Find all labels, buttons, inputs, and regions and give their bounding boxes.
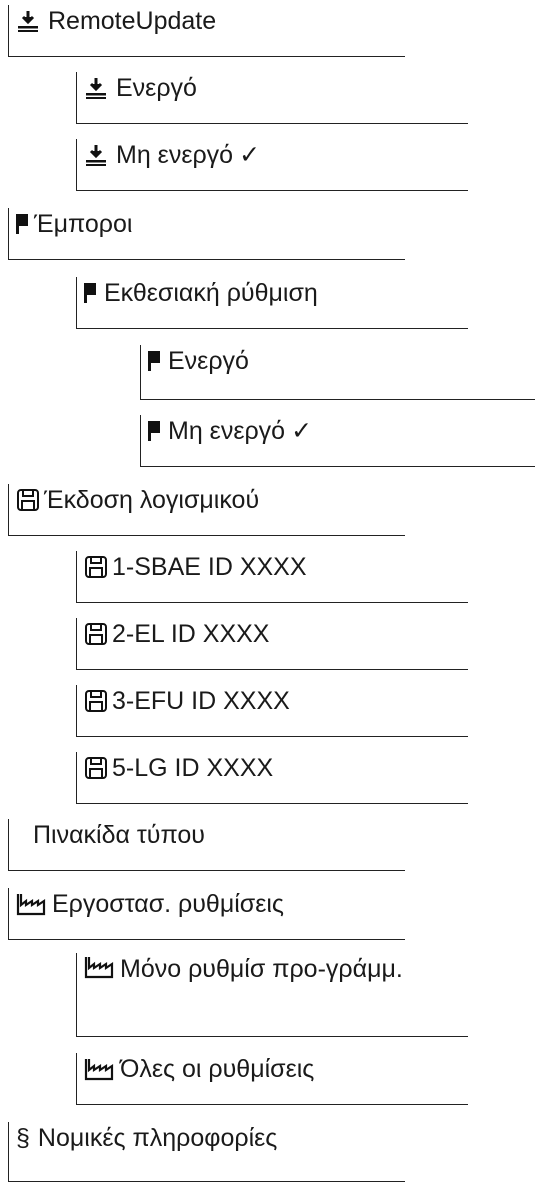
save-icon — [84, 689, 108, 713]
menu-item-factory-settings[interactable]: Εργοστασ. ρυθμίσεις — [8, 888, 405, 940]
menu-item-label: 2-EL ID XXXX — [112, 620, 270, 648]
factory-icon — [16, 894, 46, 916]
menu-item-sw-5[interactable]: 5-LG ID XXXX — [76, 752, 468, 804]
menu-item-sw-3[interactable]: 3-EFU ID XXXX — [76, 685, 468, 737]
menu-item-label: Νομικές πληροφορίες — [37, 1124, 278, 1152]
menu-item-remote-update-on[interactable]: Ενεργό — [76, 72, 468, 124]
menu-item-legal-info[interactable]: § Νομικές πληροφορίες — [8, 1122, 405, 1182]
download-icon — [84, 76, 108, 100]
factory-icon — [84, 957, 114, 979]
checkmark-icon: ✓ — [239, 141, 261, 169]
flag-icon — [148, 421, 162, 441]
menu-item-label: Έμποροι — [34, 210, 133, 238]
flag-icon — [16, 214, 30, 234]
save-icon — [84, 555, 108, 579]
flag-icon — [148, 351, 162, 371]
save-icon — [84, 756, 108, 780]
menu-item-label: Όλες οι ρυθμίσεις — [120, 1055, 315, 1083]
menu-item-label: Πινακίδα τύπου — [33, 821, 205, 849]
menu-item-remote-update[interactable]: RemoteUpdate — [8, 5, 405, 57]
menu-item-label: Μη ενεργό — [116, 141, 234, 169]
menu-item-label: 1-SBAE ID XXXX — [112, 553, 307, 581]
menu-item-sw-1[interactable]: 1-SBAE ID XXXX — [76, 551, 468, 603]
menu-item-label: Εργοστασ. ρυθμίσεις — [52, 890, 284, 918]
save-icon — [84, 622, 108, 646]
menu-item-rating-plate[interactable]: Πινακίδα τύπου — [8, 819, 405, 871]
menu-item-label: Μόνο ρυθμίσ προ-γράμμ. — [120, 955, 403, 983]
menu-item-label: Ενεργό — [116, 74, 197, 102]
menu-item-exhibition-off[interactable]: Μη ενεργό ✓ — [140, 415, 535, 467]
menu-item-label: Μη ενεργό — [168, 417, 286, 445]
menu-item-label: 5-LG ID XXXX — [112, 754, 274, 782]
menu-item-label: Έκδοση λογισμικού — [44, 486, 260, 514]
flag-icon — [84, 283, 98, 303]
menu-item-label: RemoteUpdate — [48, 7, 217, 35]
menu-item-sw-2[interactable]: 2-EL ID XXXX — [76, 618, 468, 670]
download-icon — [84, 143, 108, 167]
menu-item-software-version[interactable]: Έκδοση λογισμικού — [8, 484, 405, 536]
checkmark-icon: ✓ — [291, 417, 313, 445]
section-icon: § — [16, 1124, 30, 1152]
menu-item-exhibition[interactable]: Εκθεσιακή ρύθμιση — [76, 277, 468, 329]
menu-item-label: Εκθεσιακή ρύθμιση — [104, 279, 318, 307]
menu-item-exhibition-on[interactable]: Ενεργό — [140, 345, 535, 400]
menu-item-remote-update-off[interactable]: Μη ενεργό ✓ — [76, 139, 468, 191]
menu-item-factory-program[interactable]: Μόνο ρυθμίσ προ-γράμμ. — [76, 953, 468, 1037]
download-icon — [16, 9, 40, 33]
save-icon — [16, 488, 40, 512]
factory-icon — [84, 1059, 114, 1081]
menu-item-label: Ενεργό — [168, 347, 249, 375]
menu-item-label: 3-EFU ID XXXX — [112, 687, 290, 715]
menu-item-factory-all[interactable]: Όλες οι ρυθμίσεις — [76, 1053, 468, 1105]
menu-item-dealers[interactable]: Έμποροι — [8, 208, 405, 260]
